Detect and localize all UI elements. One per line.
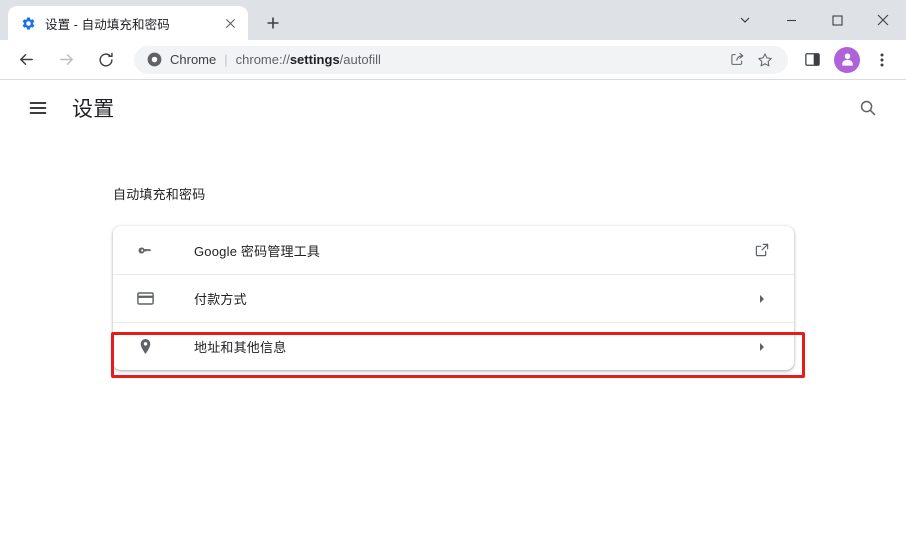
close-icon (877, 14, 889, 26)
tab-strip: 设置 - 自动填充和密码 (0, 0, 906, 40)
share-icon[interactable] (724, 47, 750, 73)
tab-search-button[interactable] (722, 0, 768, 40)
settings-content: 自动填充和密码 Google 密码管理工具 付款方式 地址和其他信息 (0, 136, 906, 370)
hamburger-icon[interactable] (18, 88, 58, 128)
omnibox-chip-label: Chrome (170, 52, 217, 67)
forward-arrow-icon (57, 50, 76, 69)
row-label: 付款方式 (194, 292, 247, 307)
side-panel-button[interactable] (797, 45, 827, 75)
chevron-right-icon[interactable] (752, 289, 772, 309)
settings-header: 设置 (0, 80, 906, 136)
window-controls (722, 0, 906, 40)
avatar-icon (839, 51, 856, 68)
search-icon[interactable] (848, 88, 888, 128)
chevron-down-icon (739, 14, 751, 26)
side-panel-icon (804, 51, 821, 68)
maximize-button[interactable] (814, 0, 860, 40)
location-pin-icon (135, 337, 155, 357)
tab-title: 设置 - 自动填充和密码 (45, 17, 170, 32)
avatar[interactable] (834, 46, 860, 73)
row-label: 地址和其他信息 (194, 340, 287, 355)
sidebar-item-addresses[interactable]: 地址和其他信息 (113, 322, 794, 370)
three-dot-menu-icon (874, 52, 890, 68)
row-label: Google 密码管理工具 (194, 243, 321, 259)
chevron-right-icon[interactable] (752, 337, 772, 357)
chrome-logo-icon (146, 52, 162, 68)
omnibox-separator: | (224, 52, 228, 67)
forward-button[interactable] (50, 44, 82, 76)
minimize-button[interactable] (768, 0, 814, 40)
omnibox-actions (722, 47, 778, 73)
three-dot-menu-button[interactable] (867, 45, 897, 75)
browser-toolbar: Chrome | chrome://settings/autofill (0, 40, 906, 80)
close-window-button[interactable] (860, 0, 906, 40)
url-suffix: /autofill (339, 52, 381, 67)
address-bar[interactable]: Chrome | chrome://settings/autofill (134, 45, 788, 74)
plus-icon (266, 16, 280, 30)
back-button[interactable] (10, 44, 42, 76)
section-title: 自动填充和密码 (113, 187, 206, 202)
maximize-icon (831, 14, 843, 26)
reload-icon (97, 51, 115, 69)
reload-button[interactable] (90, 44, 122, 76)
settings-gear-icon (20, 15, 36, 31)
sidebar-item-password-manager[interactable]: Google 密码管理工具 (113, 226, 794, 274)
minimize-icon (786, 15, 797, 26)
new-tab-button[interactable] (259, 9, 287, 37)
external-link-icon[interactable] (752, 240, 772, 260)
url-bold-segment: settings (289, 52, 340, 67)
star-icon[interactable] (752, 47, 778, 73)
key-icon (135, 240, 155, 260)
browser-tab[interactable]: 设置 - 自动填充和密码 (8, 6, 248, 40)
settings-page: 设置 自动填充和密码 Google 密码管理工具 付款方式 地址和其他信息 (0, 80, 906, 534)
autofill-options-card: Google 密码管理工具 付款方式 地址和其他信息 (113, 226, 794, 370)
credit-card-icon (135, 289, 155, 309)
back-arrow-icon (17, 50, 36, 69)
close-icon[interactable] (220, 13, 240, 33)
omnibox-url: chrome://settings/autofill (236, 52, 718, 67)
sidebar-item-payment-methods[interactable]: 付款方式 (113, 274, 794, 322)
page-title: 设置 (72, 98, 115, 121)
url-prefix: chrome:// (235, 52, 290, 67)
